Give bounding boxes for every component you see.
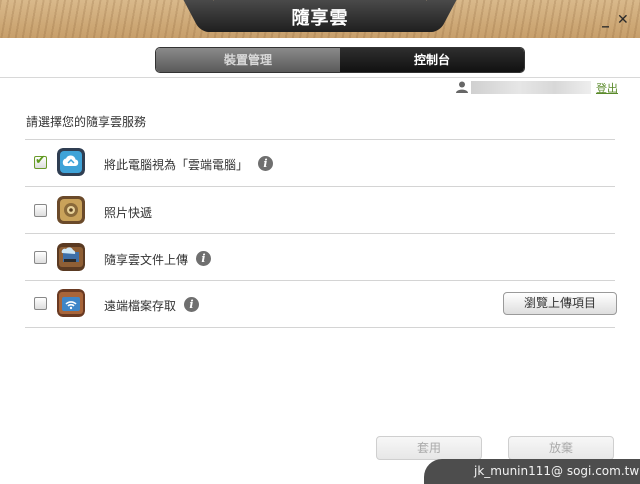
cloud-computer-label: 將此電腦視為「雲端電腦」	[104, 158, 249, 172]
cloud-computer-checkbox[interactable]: ✔	[34, 153, 47, 169]
document-upload-checkbox[interactable]	[34, 251, 47, 264]
title-bar: 隨享雲 _ ✕	[0, 0, 640, 38]
document-upload-info-icon[interactable]: i	[196, 251, 211, 266]
title-plate: 隨享雲	[214, 0, 426, 32]
tab-console[interactable]: 控制台	[340, 48, 524, 72]
browse-uploads-button[interactable]: 瀏覽上傳項目	[503, 292, 617, 315]
remote-file-access-checkbox[interactable]	[34, 297, 47, 310]
tab-bar: 裝置管理 控制台	[155, 47, 525, 73]
list-item-cloud-computer: ✔ 將此電腦視為「雲端電腦」 i	[25, 140, 630, 186]
window-title: 隨享雲	[291, 8, 349, 29]
photo-express-icon	[57, 196, 85, 224]
remote-file-access-info-icon[interactable]: i	[184, 297, 199, 312]
close-button[interactable]: ✕	[617, 13, 629, 27]
remote-file-access-label: 遠端檔案存取	[104, 299, 177, 313]
remote-file-access-icon	[57, 289, 85, 317]
watermark-text: jk_munin111@ sogi.com.tw	[474, 464, 640, 478]
photo-express-checkbox[interactable]	[34, 204, 47, 217]
photo-express-label: 照片快遞	[104, 206, 153, 220]
list-item-document-upload: 隨享雲文件上傳 i	[25, 234, 630, 280]
minimize-button[interactable]: _	[602, 13, 609, 27]
cloud-computer-icon	[57, 148, 85, 176]
check-icon: ✔	[35, 153, 46, 168]
document-upload-label: 隨享雲文件上傳	[104, 253, 189, 267]
user-icon	[456, 81, 468, 93]
logout-link[interactable]: 登出	[596, 80, 618, 96]
list-item-photo-express: 照片快遞	[25, 187, 630, 233]
service-prompt: 請選擇您的隨享雲服務	[26, 115, 147, 129]
header-divider	[0, 77, 640, 78]
apply-button[interactable]: 套用	[376, 436, 482, 460]
user-name-redacted	[471, 81, 591, 94]
row-divider	[25, 327, 615, 328]
cloud-computer-info-icon[interactable]: i	[258, 156, 273, 171]
tab-device-management[interactable]: 裝置管理	[156, 48, 340, 72]
document-upload-icon	[57, 243, 85, 271]
discard-button[interactable]: 放棄	[508, 436, 614, 460]
